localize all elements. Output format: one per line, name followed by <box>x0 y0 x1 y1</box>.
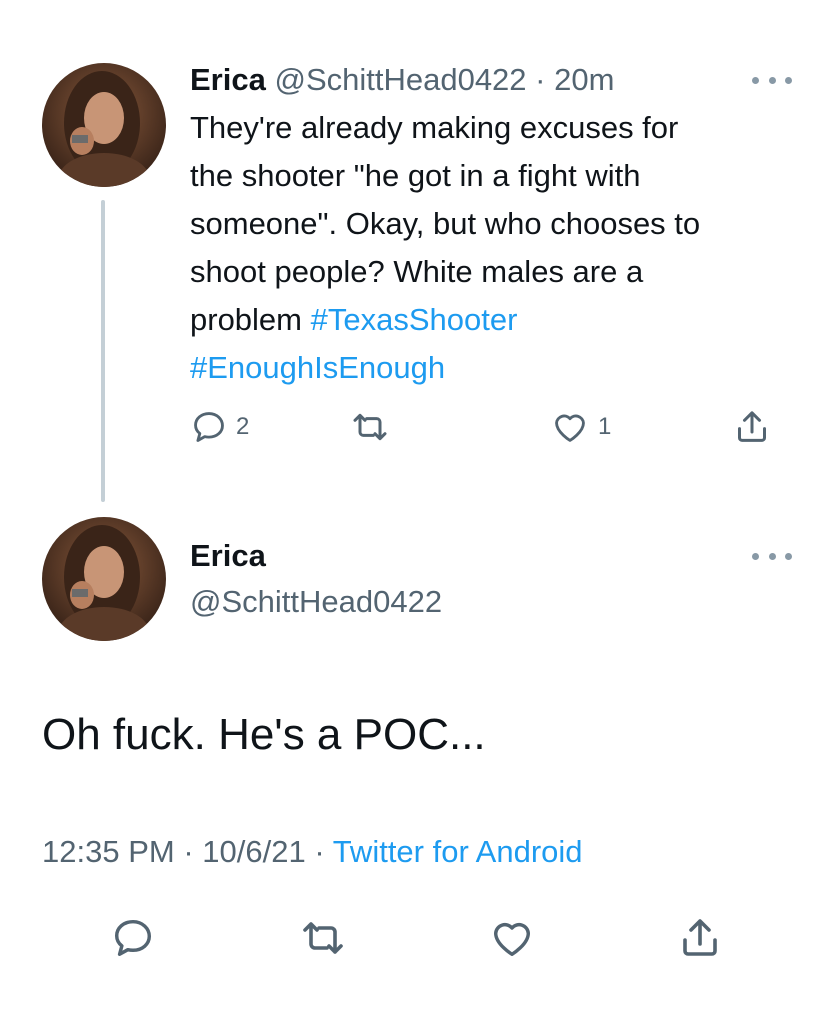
author-handle[interactable]: @SchittHead0422 <box>190 582 442 622</box>
more-dots-icon[interactable] <box>752 549 792 563</box>
heart-icon <box>555 414 585 442</box>
tweet-age[interactable]: 20m <box>554 62 614 97</box>
reply-icon <box>194 412 224 442</box>
tweet-text-line: the shooter "he got in a fight with <box>190 158 641 193</box>
tweet-source-link[interactable]: Twitter for Android <box>333 834 583 869</box>
share-icon <box>738 411 766 442</box>
reply-icon <box>114 919 152 957</box>
separator: · <box>305 834 333 869</box>
like-count: 1 <box>598 413 612 440</box>
hashtag-link[interactable]: #EnoughIsEnough <box>190 350 445 385</box>
retweet-button[interactable] <box>348 405 392 449</box>
heart-icon <box>493 922 531 957</box>
share-button[interactable] <box>676 908 724 968</box>
more-dots-icon[interactable] <box>752 73 792 87</box>
reply-button[interactable]: 2 <box>190 405 249 449</box>
tweet-thread: Erica @SchittHead0422 · 20m They're alre… <box>0 0 837 1024</box>
separator: · <box>535 62 546 97</box>
reply-button[interactable] <box>110 908 156 968</box>
tweet-text: Oh fuck. He's a POC... <box>42 710 486 759</box>
retweet-icon <box>303 922 343 954</box>
separator: · <box>174 834 203 869</box>
author-handle[interactable]: @SchittHead0422 <box>274 62 526 97</box>
share-button[interactable] <box>732 405 772 449</box>
tweet-meta: 12:35 PM · 10/6/21 · Twitter for Android <box>42 832 583 872</box>
reply-count: 2 <box>236 413 250 440</box>
avatar[interactable] <box>42 517 166 641</box>
tweet-actions: 2 1 <box>190 405 790 449</box>
tweet-text-line: someone". Okay, but who chooses to <box>190 206 701 241</box>
tweet-actions <box>0 908 837 968</box>
retweet-button[interactable] <box>296 908 350 968</box>
share-icon <box>683 919 717 956</box>
tweet-text-line: shoot people? White males are a <box>190 254 644 289</box>
avatar-image <box>42 63 166 187</box>
tweet-date[interactable]: 10/6/21 <box>202 834 305 869</box>
tweet-text-prefix: problem <box>190 302 311 337</box>
tweet-text-line: They're already making excuses for <box>190 110 679 145</box>
avatar[interactable] <box>42 63 166 187</box>
tweet-text-line: #EnoughIsEnough <box>190 344 810 392</box>
author-name[interactable]: Erica <box>190 536 266 576</box>
like-button[interactable] <box>488 908 536 968</box>
avatar-image <box>42 517 166 641</box>
tweet-text: They're already making excuses for the s… <box>190 104 810 392</box>
tweet-header: Erica @SchittHead0422 · 20m <box>190 60 797 100</box>
thread-line <box>101 200 105 502</box>
author-name[interactable]: Erica <box>190 62 266 97</box>
like-button[interactable]: 1 <box>550 405 611 449</box>
hashtag-link[interactable]: #TexasShooter <box>311 302 518 337</box>
tweet-time[interactable]: 12:35 PM <box>42 834 175 869</box>
tweet-text-line: problem #TexasShooter <box>190 296 810 344</box>
retweet-icon <box>353 413 387 441</box>
